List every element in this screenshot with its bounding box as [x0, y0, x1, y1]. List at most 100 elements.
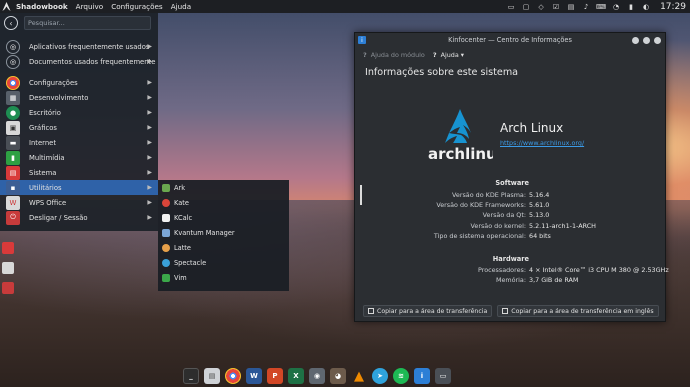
- menu-item-configuracoes[interactable]: Configurações ▶: [0, 75, 158, 90]
- menu-item-escritorio[interactable]: ● Escritório ▶: [0, 105, 158, 120]
- minimize-button[interactable]: [632, 36, 639, 44]
- graphics-icon: ▣: [6, 120, 20, 135]
- info-value: 5.13.0: [529, 211, 550, 219]
- submenu-item-label: Latte: [174, 243, 191, 252]
- app-icon[interactable]: [2, 262, 14, 274]
- copy-button-label: Copiar para a área de transferência: [377, 307, 488, 315]
- distro-name: Arch Linux: [500, 121, 564, 135]
- menu-item-label: Desenvolvimento: [29, 93, 89, 102]
- submenu-item-vim[interactable]: Vim: [158, 270, 289, 285]
- menu-item-label: Gráficos: [29, 123, 57, 132]
- chevron-right-icon: ▶: [147, 79, 152, 86]
- volume-icon[interactable]: ♪: [581, 2, 591, 12]
- arch-linux-logo: archlinux: [427, 107, 507, 163]
- info-key: Versão do KDE Plasma:: [452, 191, 526, 199]
- word-icon[interactable]: W: [246, 368, 262, 384]
- clock[interactable]: 17:29: [660, 2, 686, 12]
- app-icon[interactable]: [2, 242, 14, 254]
- menu-item-label: Utilitários: [29, 183, 62, 192]
- keyboard-icon[interactable]: ⌨: [596, 2, 606, 12]
- development-icon: ▦: [6, 90, 20, 105]
- help-menu-button[interactable]: ? Ajuda ▾: [433, 51, 464, 59]
- menu-item-desenvolvimento[interactable]: ▦ Desenvolvimento ▶: [0, 90, 158, 105]
- submenu-item-spectacle[interactable]: Spectacle: [158, 255, 289, 270]
- info-key: Memória:: [495, 276, 526, 284]
- chrome-icon: [6, 75, 20, 90]
- kcalc-icon: [162, 213, 170, 222]
- checkbox-icon[interactable]: ☑: [551, 2, 561, 12]
- module-help-button[interactable]: Ajuda do módulo: [371, 51, 425, 59]
- window-titlebar[interactable]: i Kinfocenter — Centro de Informações: [355, 33, 665, 47]
- menu-item-multimidia[interactable]: ▮ Multimídia ▶: [0, 150, 158, 165]
- menu-arquivo[interactable]: Arquivo: [76, 2, 104, 11]
- info-icon[interactable]: i: [414, 368, 430, 384]
- bottom-dock: _ ▤ W P X ◉ ◕ ▲ ➤ ≋ i ▭: [183, 366, 451, 386]
- kvantum-icon: [162, 228, 170, 237]
- terminal-icon[interactable]: _: [183, 368, 199, 384]
- chat-icon[interactable]: ▭: [506, 2, 516, 12]
- powerpoint-icon[interactable]: P: [267, 368, 283, 384]
- chrome-icon[interactable]: [225, 368, 241, 384]
- submenu-item-kcalc[interactable]: KCalc: [158, 210, 289, 225]
- back-button[interactable]: ‹: [4, 16, 18, 30]
- utilities-icon: ▪: [6, 180, 20, 195]
- menu-item-label: Escritório: [29, 108, 61, 117]
- info-value: 5.61.0: [529, 201, 550, 209]
- help-label: Ajuda: [440, 51, 459, 59]
- info-row: Processadores: 4 × Intel® Core™ i3 CPU M…: [355, 266, 669, 276]
- internet-icon: ▬: [6, 135, 20, 150]
- vlc-icon[interactable]: ▲: [351, 368, 367, 384]
- vim-icon: [162, 273, 170, 282]
- chevron-right-icon: ▶: [147, 184, 152, 191]
- menu-item-label: Internet: [29, 138, 56, 147]
- menu-item-frequent-docs[interactable]: ◎ Documentos usados frequentemente ▶: [0, 54, 158, 69]
- menu-item-wps-office[interactable]: W WPS Office ▶: [0, 195, 158, 210]
- search-input[interactable]: Pesquisar...: [24, 16, 151, 30]
- info-row: Versão da Qt: 5.13.0: [355, 211, 667, 221]
- notifications-icon[interactable]: ◐: [641, 2, 651, 12]
- submenu-item-latte[interactable]: Latte: [158, 240, 289, 255]
- submenu-item-label: Kvantum Manager: [174, 228, 235, 237]
- window-title: Kinfocenter — Centro de Informações: [448, 36, 572, 44]
- close-button[interactable]: [654, 36, 661, 44]
- telegram-icon[interactable]: ➤: [372, 368, 388, 384]
- gimp-icon[interactable]: ◕: [330, 368, 346, 384]
- menu-item-sistema[interactable]: ▤ Sistema ▶: [0, 165, 158, 180]
- clipboard-icon[interactable]: ▤: [566, 2, 576, 12]
- chevron-right-icon: ▶: [147, 169, 152, 176]
- top-panel: Shadowbook Arquivo Configurações Ajuda ▭…: [0, 0, 690, 13]
- file-manager-icon[interactable]: ▤: [204, 368, 220, 384]
- menu-item-internet[interactable]: ▬ Internet ▶: [0, 135, 158, 150]
- menu-configuracoes[interactable]: Configurações: [111, 2, 163, 11]
- distro-url-link[interactable]: https://www.archlinux.org/: [500, 139, 584, 147]
- window-icon[interactable]: ▭: [435, 368, 451, 384]
- arch-launcher-icon[interactable]: [0, 0, 13, 13]
- maximize-button[interactable]: [643, 36, 650, 44]
- arch-logo-text: archlinux: [428, 145, 493, 163]
- utilities-submenu: Ark Kate KCalc Kvantum Manager Latte Spe…: [158, 180, 289, 291]
- menu-item-graficos[interactable]: ▣ Gráficos ▶: [0, 120, 158, 135]
- app-icon[interactable]: [2, 282, 14, 294]
- battery-icon[interactable]: ▮: [626, 2, 636, 12]
- menu-item-frequent-apps[interactable]: ◎ Aplicativos frequentemente usados ▶: [0, 39, 158, 54]
- info-key: Versão do KDE Frameworks:: [436, 201, 526, 209]
- chevron-right-icon: ▶: [147, 139, 152, 146]
- excel-icon[interactable]: X: [288, 368, 304, 384]
- active-app-name[interactable]: Shadowbook: [16, 2, 68, 11]
- wifi-icon[interactable]: ◔: [611, 2, 621, 12]
- copy-to-clipboard-button[interactable]: Copiar para a área de transferência: [363, 305, 493, 317]
- window-toolbar: ? Ajuda do módulo ? Ajuda ▾: [355, 47, 665, 63]
- submenu-item-ark[interactable]: Ark: [158, 180, 289, 195]
- menu-ajuda[interactable]: Ajuda: [171, 2, 191, 11]
- display-icon[interactable]: ▢: [521, 2, 531, 12]
- menu-item-utilitarios[interactable]: ▪ Utilitários ▶: [0, 180, 158, 195]
- submenu-item-kate[interactable]: Kate: [158, 195, 289, 210]
- dropbox-icon[interactable]: ◇: [536, 2, 546, 12]
- menu-item-desligar-sessao[interactable]: ⏻ Desligar / Sessão ▶: [0, 210, 158, 225]
- screenshot-icon[interactable]: ◉: [309, 368, 325, 384]
- copy-english-button[interactable]: Copiar para a área de transferência em i…: [497, 305, 659, 317]
- spotify-icon[interactable]: ≋: [393, 368, 409, 384]
- chevron-right-icon: ▶: [147, 94, 152, 101]
- submenu-item-kvantum-manager[interactable]: Kvantum Manager: [158, 225, 289, 240]
- wps-icon: W: [6, 195, 20, 210]
